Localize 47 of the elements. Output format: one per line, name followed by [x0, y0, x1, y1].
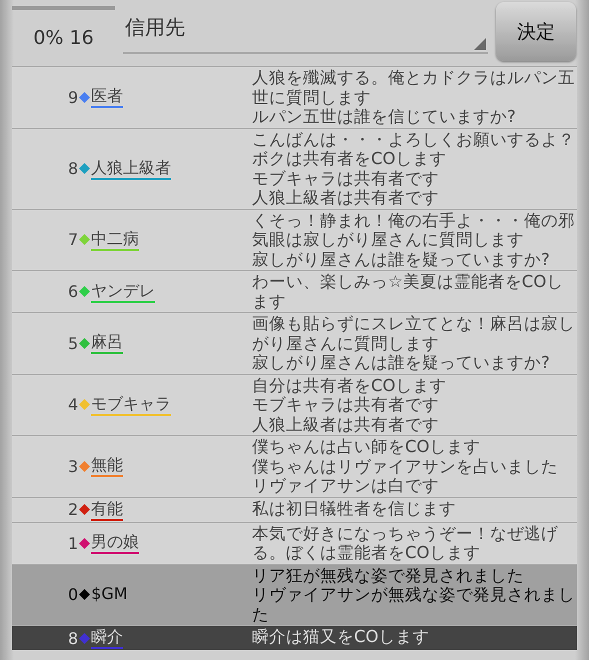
player-name: 麻呂 [91, 332, 124, 354]
message-text: モブキャラは共有者です [252, 168, 440, 188]
message-text: 寂しがり屋さんは誰を疑っていますか? [252, 353, 551, 372]
player-number: 2 [68, 500, 78, 519]
message-text: モブキャラは共有者です [252, 395, 440, 414]
message-text: わーい、楽しみっ☆美夏は霊能者をCOします [252, 272, 564, 311]
message-text: 寂しがり屋さんは誰を疑っていますか? [252, 250, 551, 269]
player-name: 無能 [91, 455, 124, 478]
player-number: 4 [68, 395, 78, 414]
player-number: 5 [68, 334, 78, 353]
message-text: ルパン五世は誰を信じていますか? [252, 107, 517, 126]
player-number: 3 [68, 456, 78, 476]
message-text: リヴァイアサンは白です [252, 476, 440, 496]
player-name: 瞬介 [91, 627, 124, 649]
message-text: くそっ！静まれ！俺の右手よ・・・俺の邪気眼は寂しがり屋さんに質問します [252, 210, 576, 250]
confirm-button[interactable]: 決定 [496, 2, 576, 61]
player-number: 9 [68, 88, 78, 107]
status-text: 0% 16 [32, 26, 95, 51]
message-text: 私は初日犠牲者を信じます [252, 498, 457, 518]
message-text: 人狼を殲滅する。俺とカドクラはルパン五世に質問します [252, 68, 576, 107]
player-number: 8 [68, 159, 78, 178]
target-dropdown[interactable]: 信用先 [123, 0, 488, 54]
player-number: 0 [68, 585, 78, 604]
player-name: 中二病 [91, 228, 140, 251]
player-number: 1 [68, 534, 78, 552]
player-number: 8 [68, 628, 78, 648]
player-name: 医者 [91, 86, 124, 108]
player-name: ヤンデレ [91, 280, 156, 302]
player-name: モブキャラ [91, 394, 172, 416]
message-text: 僕ちゃんは占い師をCOします [252, 437, 482, 456]
message-text: 人狼上級者は共有者です [252, 188, 440, 208]
message-text: リヴァイアサンが無残な姿で発見されました [252, 585, 576, 624]
message-text: こんばんは・・・よろしくお願いするよ？ [252, 130, 576, 149]
player-name: 人狼上級者 [91, 158, 172, 180]
message-text: 人狼上級者は共有者です [252, 414, 440, 434]
player-name: 男の娘 [91, 532, 140, 554]
message-text: 画像も貼らずにスレ立てとな！麻呂は寂しがり屋さんに質問します [252, 314, 576, 353]
message-text: リア狂が無残な姿で発見されました [252, 566, 525, 585]
message-text: 僕ちゃんはリヴァイアサンを占いました [252, 456, 559, 476]
message-text: 本気で好きになっちゃうぞー！なぜ逃げる。ぼくは霊能者をCOします [252, 524, 559, 562]
player-number: 7 [68, 230, 78, 250]
message-text: 自分は共有者をCOします [252, 376, 448, 395]
player-name: $GM [91, 584, 128, 605]
message-text: 瞬介は猫又をCOします [252, 627, 431, 646]
dropdown-corner-icon [474, 38, 486, 50]
message-text: ボクは共有者をCOします [252, 149, 448, 168]
player-number: 6 [68, 282, 78, 301]
